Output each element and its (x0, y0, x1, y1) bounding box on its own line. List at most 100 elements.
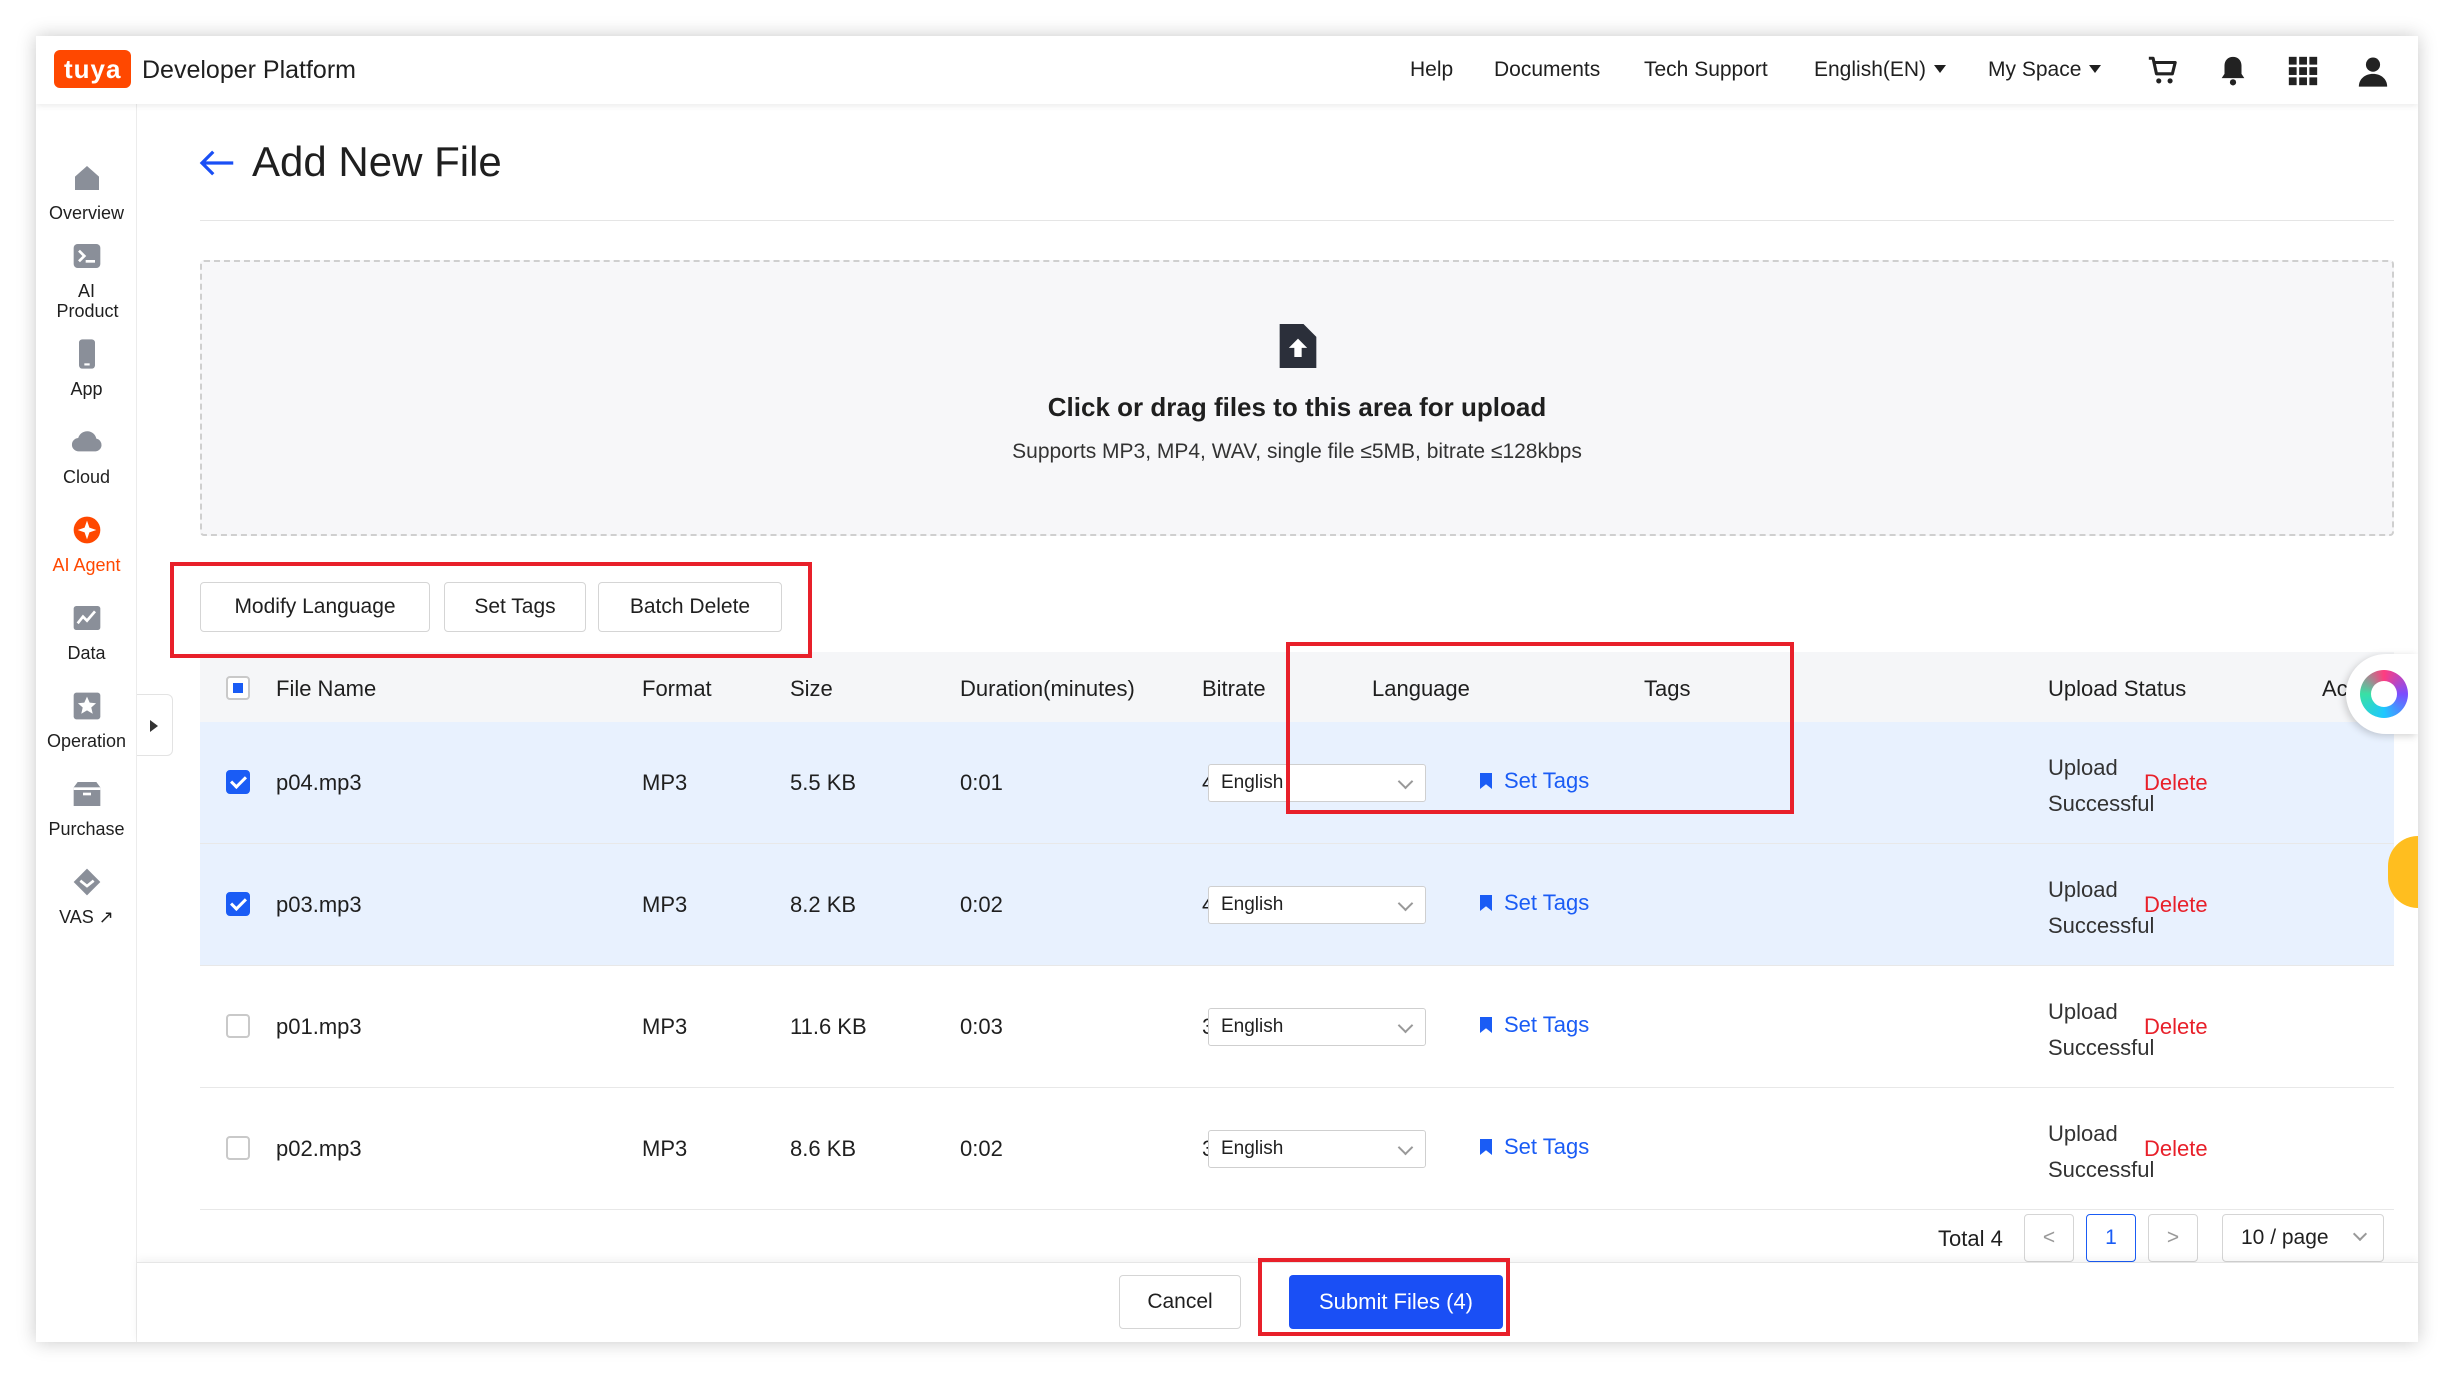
row-checkbox[interactable] (226, 892, 250, 916)
pagination-next-button[interactable]: > (2148, 1214, 2198, 1262)
table-row: p03.mp3 MP3 8.2 KB 0:02 40kbps English S… (200, 844, 2394, 966)
sidebar-item-cloud[interactable]: Cloud (36, 426, 137, 487)
upload-status: Upload Successful (2048, 994, 2154, 1066)
back-arrow-icon[interactable] (198, 148, 236, 178)
set-tags-link[interactable]: Set Tags (1480, 768, 1589, 794)
col-size: Size (790, 676, 833, 701)
caret-down-icon (2089, 65, 2102, 73)
phone-icon (78, 339, 95, 369)
table-row: p02.mp3 MP3 8.6 KB 0:02 39kbps English S… (200, 1088, 2394, 1210)
nav-tech-support[interactable]: Tech Support (1644, 58, 1768, 82)
set-tags-link[interactable]: Set Tags (1480, 890, 1589, 916)
sidebar-item-app[interactable]: App (36, 338, 137, 399)
nav-documents[interactable]: Documents (1494, 58, 1600, 82)
cart-icon[interactable] (2146, 54, 2180, 88)
upload-dropzone[interactable]: Click or drag files to this area for upl… (200, 260, 2394, 536)
sidebar-item-data[interactable]: Data (36, 602, 137, 663)
chevron-down-icon (2352, 1226, 2368, 1242)
apps-grid-icon[interactable] (2286, 54, 2320, 88)
upload-status: Upload Successful (2048, 1116, 2154, 1188)
set-tags-label: Set Tags (1504, 1012, 1590, 1037)
upload-file-icon (1279, 324, 1317, 368)
submit-files-button[interactable]: Submit Files (4) (1289, 1275, 1503, 1329)
my-space-label: My Space (1988, 58, 2082, 81)
set-tags-label: Set Tags (1504, 890, 1590, 915)
col-format: Format (642, 676, 712, 701)
chevron-down-icon (1397, 1139, 1414, 1156)
top-header: tuya Developer Platform Help Documents T… (36, 36, 2418, 104)
delete-link[interactable]: Delete (2144, 770, 2208, 796)
sidebar-item-operation[interactable]: Operation (36, 690, 137, 751)
row-checkbox[interactable] (226, 1136, 250, 1160)
sidebar-item-ai-product[interactable]: AI Product (36, 240, 137, 321)
file-size: 8.2 KB (790, 892, 857, 917)
my-space-dropdown[interactable]: My Space (1988, 58, 2102, 82)
col-tags: Tags (1644, 676, 1691, 701)
app-window: tuya Developer Platform Help Documents T… (36, 36, 2418, 1342)
upload-status: Upload Successful (2048, 750, 2154, 822)
sidebar-item-label: Purchase (48, 819, 125, 839)
page-title: Add New File (252, 138, 502, 185)
col-bitrate: Bitrate (1202, 676, 1266, 701)
bookmark-icon (1480, 773, 1492, 789)
chevron-down-icon (1397, 1017, 1414, 1034)
sidebar-item-purchase[interactable]: Purchase (36, 778, 137, 839)
file-name: p03.mp3 (276, 892, 362, 917)
sidebar-item-label: VAS ↗ (36, 907, 137, 927)
assistant-orb-icon (2360, 670, 2408, 718)
pagination-page-1[interactable]: 1 (2086, 1214, 2136, 1262)
set-tags-link[interactable]: Set Tags (1480, 1012, 1589, 1038)
delete-link[interactable]: Delete (2144, 1014, 2208, 1040)
col-language: Language (1372, 676, 1470, 701)
vas-label: VAS (59, 907, 94, 927)
star-icon (73, 692, 100, 720)
file-size: 8.6 KB (790, 1136, 857, 1161)
modify-language-button[interactable]: Modify Language (200, 582, 430, 632)
file-duration: 0:02 (960, 1136, 1003, 1161)
set-tags-label: Set Tags (1504, 1134, 1590, 1159)
chart-icon (73, 606, 100, 630)
language-select[interactable]: English (1208, 886, 1426, 924)
language-select[interactable]: English (1208, 1130, 1426, 1168)
batch-delete-button[interactable]: Batch Delete (598, 582, 782, 632)
sidebar-collapse-toggle[interactable] (137, 694, 173, 756)
upload-status-line2: Successful (2048, 1035, 2155, 1060)
set-tags-label: Set Tags (1504, 768, 1590, 793)
set-tags-link[interactable]: Set Tags (1480, 1134, 1589, 1160)
language-select[interactable]: English (1208, 1008, 1426, 1046)
nav-help[interactable]: Help (1410, 58, 1453, 82)
pagination-prev-button[interactable]: < (2024, 1214, 2074, 1262)
vas-icon (73, 868, 100, 896)
tuya-logo[interactable]: tuya (54, 50, 132, 88)
upload-status-line1: Upload (2048, 755, 2118, 780)
row-checkbox[interactable] (226, 770, 250, 794)
language-select[interactable]: English (1208, 764, 1426, 802)
language-value: English (1221, 1016, 1284, 1037)
cancel-button[interactable]: Cancel (1119, 1275, 1241, 1329)
bell-icon[interactable] (2216, 54, 2250, 88)
row-checkbox[interactable] (226, 1014, 250, 1038)
left-sidebar: Overview AI Product App Cloud AI Agent D… (36, 104, 137, 1342)
external-link-icon: ↗ (93, 907, 114, 927)
delete-link[interactable]: Delete (2144, 892, 2208, 918)
sidebar-item-ai-agent[interactable]: AI Agent (36, 514, 137, 575)
page-size-select[interactable]: 10 / page (2222, 1214, 2384, 1262)
set-tags-button[interactable]: Set Tags (444, 582, 586, 632)
sidebar-item-overview[interactable]: Overview (36, 162, 137, 223)
bookmark-icon (1480, 1139, 1492, 1155)
language-dropdown[interactable]: English(EN) (1814, 58, 1947, 82)
file-duration: 0:01 (960, 770, 1003, 795)
delete-link[interactable]: Delete (2144, 1136, 2208, 1162)
ai-assistant-button[interactable] (2346, 654, 2418, 734)
sidebar-item-label: Operation (46, 731, 127, 751)
sidebar-item-label: App (70, 379, 103, 399)
upload-status: Upload Successful (2048, 872, 2154, 944)
file-format: MP3 (642, 892, 688, 917)
user-icon[interactable] (2356, 54, 2390, 88)
table-header: File Name Format Size Duration(minutes) … (200, 652, 2394, 722)
sidebar-item-vas[interactable]: VAS ↗ (36, 866, 137, 927)
col-duration: Duration(minutes) (960, 676, 1135, 701)
platform-title: Developer Platform (142, 56, 356, 84)
select-all-checkbox[interactable] (226, 676, 250, 700)
chevron-down-icon (1397, 773, 1414, 790)
